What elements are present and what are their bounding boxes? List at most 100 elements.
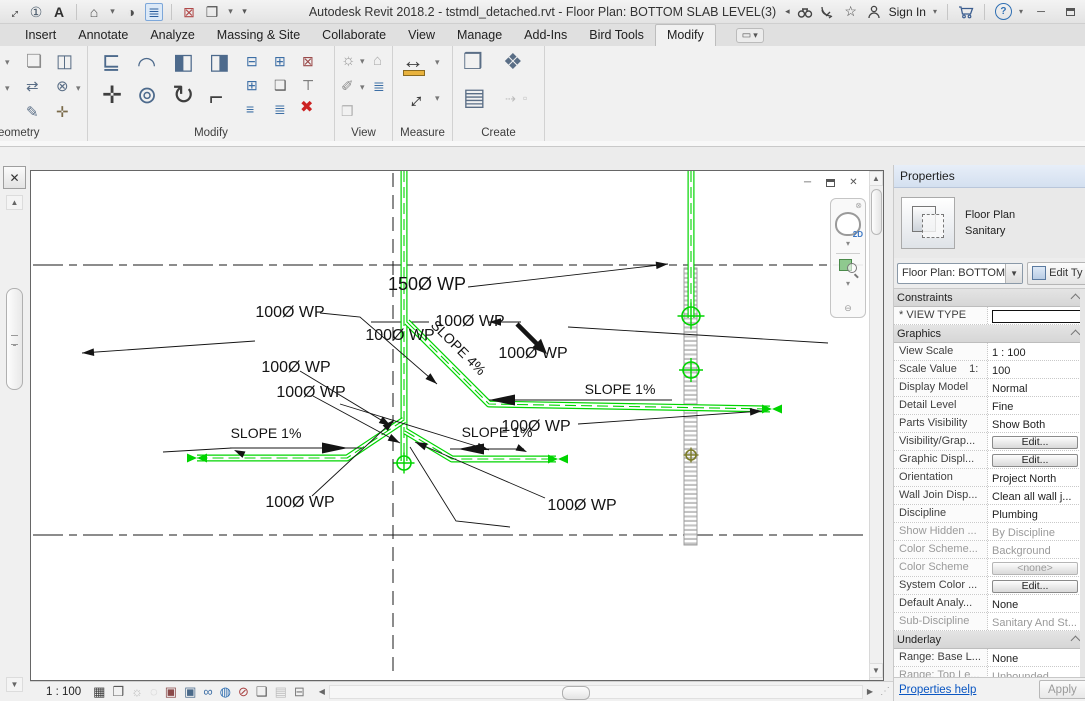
property-value[interactable]: None (988, 595, 1085, 612)
ribbon-state-toggle[interactable]: ▭▾ (736, 28, 764, 43)
view-close-icon[interactable]: ✕ (846, 176, 861, 189)
tab-view[interactable]: View (397, 25, 446, 46)
pin-icon[interactable]: ⊤ (302, 78, 314, 92)
geometry-caret-1[interactable]: ▾ (5, 58, 10, 67)
modify-arrows-icon[interactable]: ↔ (0, 0, 25, 24)
tab-annotate[interactable]: Annotate (67, 25, 139, 46)
property-value[interactable]: Plumbing (988, 505, 1085, 522)
unjoin-geometry-icon[interactable]: ⊗ (56, 79, 69, 94)
pipe-annotation[interactable]: 100Ø WP (265, 494, 334, 511)
extend-multiple-icon[interactable]: ≣ (274, 102, 286, 116)
view-lightbulb-icon[interactable]: ☼ (341, 53, 356, 69)
sign-in-label[interactable]: Sign In (889, 5, 926, 19)
section-icon[interactable]: ◑ (122, 3, 140, 21)
property-value[interactable]: None (988, 649, 1085, 666)
canvas-vscroll-thumb[interactable] (871, 189, 882, 235)
hscroll-track[interactable] (329, 685, 863, 699)
view-minimize-icon[interactable]: ─ (800, 176, 815, 189)
tab-bird-tools[interactable]: Bird Tools (578, 25, 655, 46)
property-section-underlay[interactable]: Underlay (894, 631, 1085, 649)
shadows-icon[interactable]: ❒ (112, 685, 124, 698)
collapse-infocenter-icon[interactable]: ◂ (785, 6, 790, 17)
resize-grip[interactable]: ⋰ (877, 686, 893, 697)
create-assembly-icon[interactable]: ▫ (523, 92, 527, 104)
tab-insert[interactable]: Insert (14, 25, 67, 46)
canvas-scroll-up-icon[interactable]: ▲ (869, 171, 883, 186)
rotate-icon[interactable]: ↻ (172, 82, 195, 109)
zoom-region-icon[interactable] (838, 258, 858, 276)
steering-wheel-icon[interactable]: 2D (835, 212, 861, 236)
measure-caret-1[interactable]: ▾ (435, 58, 440, 67)
sign-in-caret-icon[interactable]: ▾ (933, 7, 937, 16)
canvas-scroll-right-icon[interactable]: ▶ (863, 685, 877, 699)
navbar-collapse-icon[interactable]: ⊖ (844, 303, 852, 314)
leader-line[interactable] (320, 313, 437, 384)
scroll-down-button[interactable]: ▼ (6, 677, 23, 692)
properties-header[interactable]: Properties (894, 165, 1085, 188)
property-button-visibility-grap[interactable]: Edit... (992, 436, 1078, 449)
help-caret-icon[interactable]: ▾ (1019, 7, 1023, 16)
property-section-graphics[interactable]: Graphics (894, 325, 1085, 343)
default-3d-view-caret[interactable]: ▾ (108, 3, 117, 21)
offset-icon[interactable]: ◠ (137, 54, 156, 76)
property-value[interactable]: Edit... (988, 577, 1085, 594)
view-house-icon[interactable]: ⌂ (373, 53, 382, 68)
align-icon[interactable]: ⊑ (102, 51, 120, 73)
beam-join-icon[interactable]: ⇄ (26, 79, 39, 94)
property-value[interactable]: 100 (988, 361, 1085, 378)
edit-type-button[interactable]: Edit Ty (1027, 262, 1085, 285)
pipe-fitting-symbol[interactable] (394, 453, 415, 474)
mirror-draw-axis-icon[interactable]: ◨ (209, 51, 230, 73)
copy-icon[interactable]: ⊚ (137, 84, 157, 108)
tab-massing-site[interactable]: Massing & Site (206, 25, 311, 46)
pipe-annotation[interactable]: 100Ø WP (276, 384, 345, 401)
tab-manage[interactable]: Manage (446, 25, 513, 46)
restore-button[interactable] (1059, 4, 1081, 20)
sign-in-person-icon[interactable] (866, 4, 882, 20)
property-value[interactable]: Unbounded (988, 667, 1085, 677)
leader-line[interactable] (163, 448, 232, 452)
legend-component-icon[interactable]: ▤ (463, 86, 486, 110)
property-value[interactable]: Normal (988, 379, 1085, 396)
canvas-horizontal-scrollbar[interactable]: ◀ ▶ (315, 684, 877, 700)
temporary-view-properties-icon[interactable]: ❑ (256, 685, 268, 698)
cut-profile-icon[interactable]: ≣ (373, 79, 385, 93)
zoom-caret-icon[interactable]: ▾ (846, 279, 850, 288)
worksharing-display-icon[interactable]: ⊘ (238, 685, 249, 698)
left-scrollbar-thumb[interactable] (6, 288, 23, 390)
create-parts-icon[interactable]: ⇢ (505, 92, 516, 105)
type-selector-caret-icon[interactable]: ▼ (1005, 264, 1022, 283)
leader-line[interactable] (313, 396, 400, 443)
text-icon[interactable]: A (50, 3, 68, 21)
property-value[interactable]: Project North (988, 469, 1085, 486)
default-3d-view-icon[interactable]: ⌂ (85, 3, 103, 21)
geometry-caret-3[interactable]: ▾ (76, 84, 81, 93)
delete-icon[interactable]: ✖ (300, 100, 313, 116)
favorites-star-icon[interactable]: ☆ (843, 4, 859, 20)
canvas-scroll-left-icon[interactable]: ◀ (315, 685, 329, 699)
property-value[interactable]: Background (988, 541, 1085, 558)
temporary-hide-isolate-icon[interactable]: ◍ (220, 685, 231, 698)
property-value[interactable]: Sanitary And St... (988, 613, 1085, 630)
pipe-fitting-symbol[interactable] (762, 405, 782, 414)
mirror-pick-axis-icon[interactable]: ◧ (173, 51, 194, 73)
pipe-annotation[interactable]: 100Ø WP (547, 497, 616, 514)
properties-scrollbar[interactable] (1080, 289, 1085, 677)
pipe-annotation[interactable]: 100Ø WP (365, 327, 434, 344)
scroll-up-button[interactable]: ▲ (6, 195, 23, 210)
property-section-constraints[interactable]: Constraints (894, 289, 1085, 307)
measure-caret-2[interactable]: ▾ (435, 94, 440, 103)
hscroll-thumb[interactable] (562, 686, 590, 700)
property-input-view-type[interactable] (992, 310, 1082, 323)
trim-extend-corner-icon[interactable]: ⌐ (209, 86, 223, 110)
reveal-constraints-icon[interactable]: ⊟ (294, 685, 305, 698)
leader-line[interactable] (568, 327, 828, 343)
minimize-button[interactable]: ─ (1030, 4, 1052, 20)
hide-analytical-model-icon[interactable]: ▤ (275, 685, 287, 698)
pipe-annotation[interactable]: 150Ø WP (388, 274, 466, 294)
property-button-system-color[interactable]: Edit... (992, 580, 1078, 593)
paint-icon[interactable]: ✛ (56, 105, 69, 120)
move-icon[interactable]: ✛ (102, 84, 122, 108)
pipe-annotation[interactable]: SLOPE 1% (231, 425, 302, 441)
tab-modify[interactable]: Modify (655, 24, 716, 46)
